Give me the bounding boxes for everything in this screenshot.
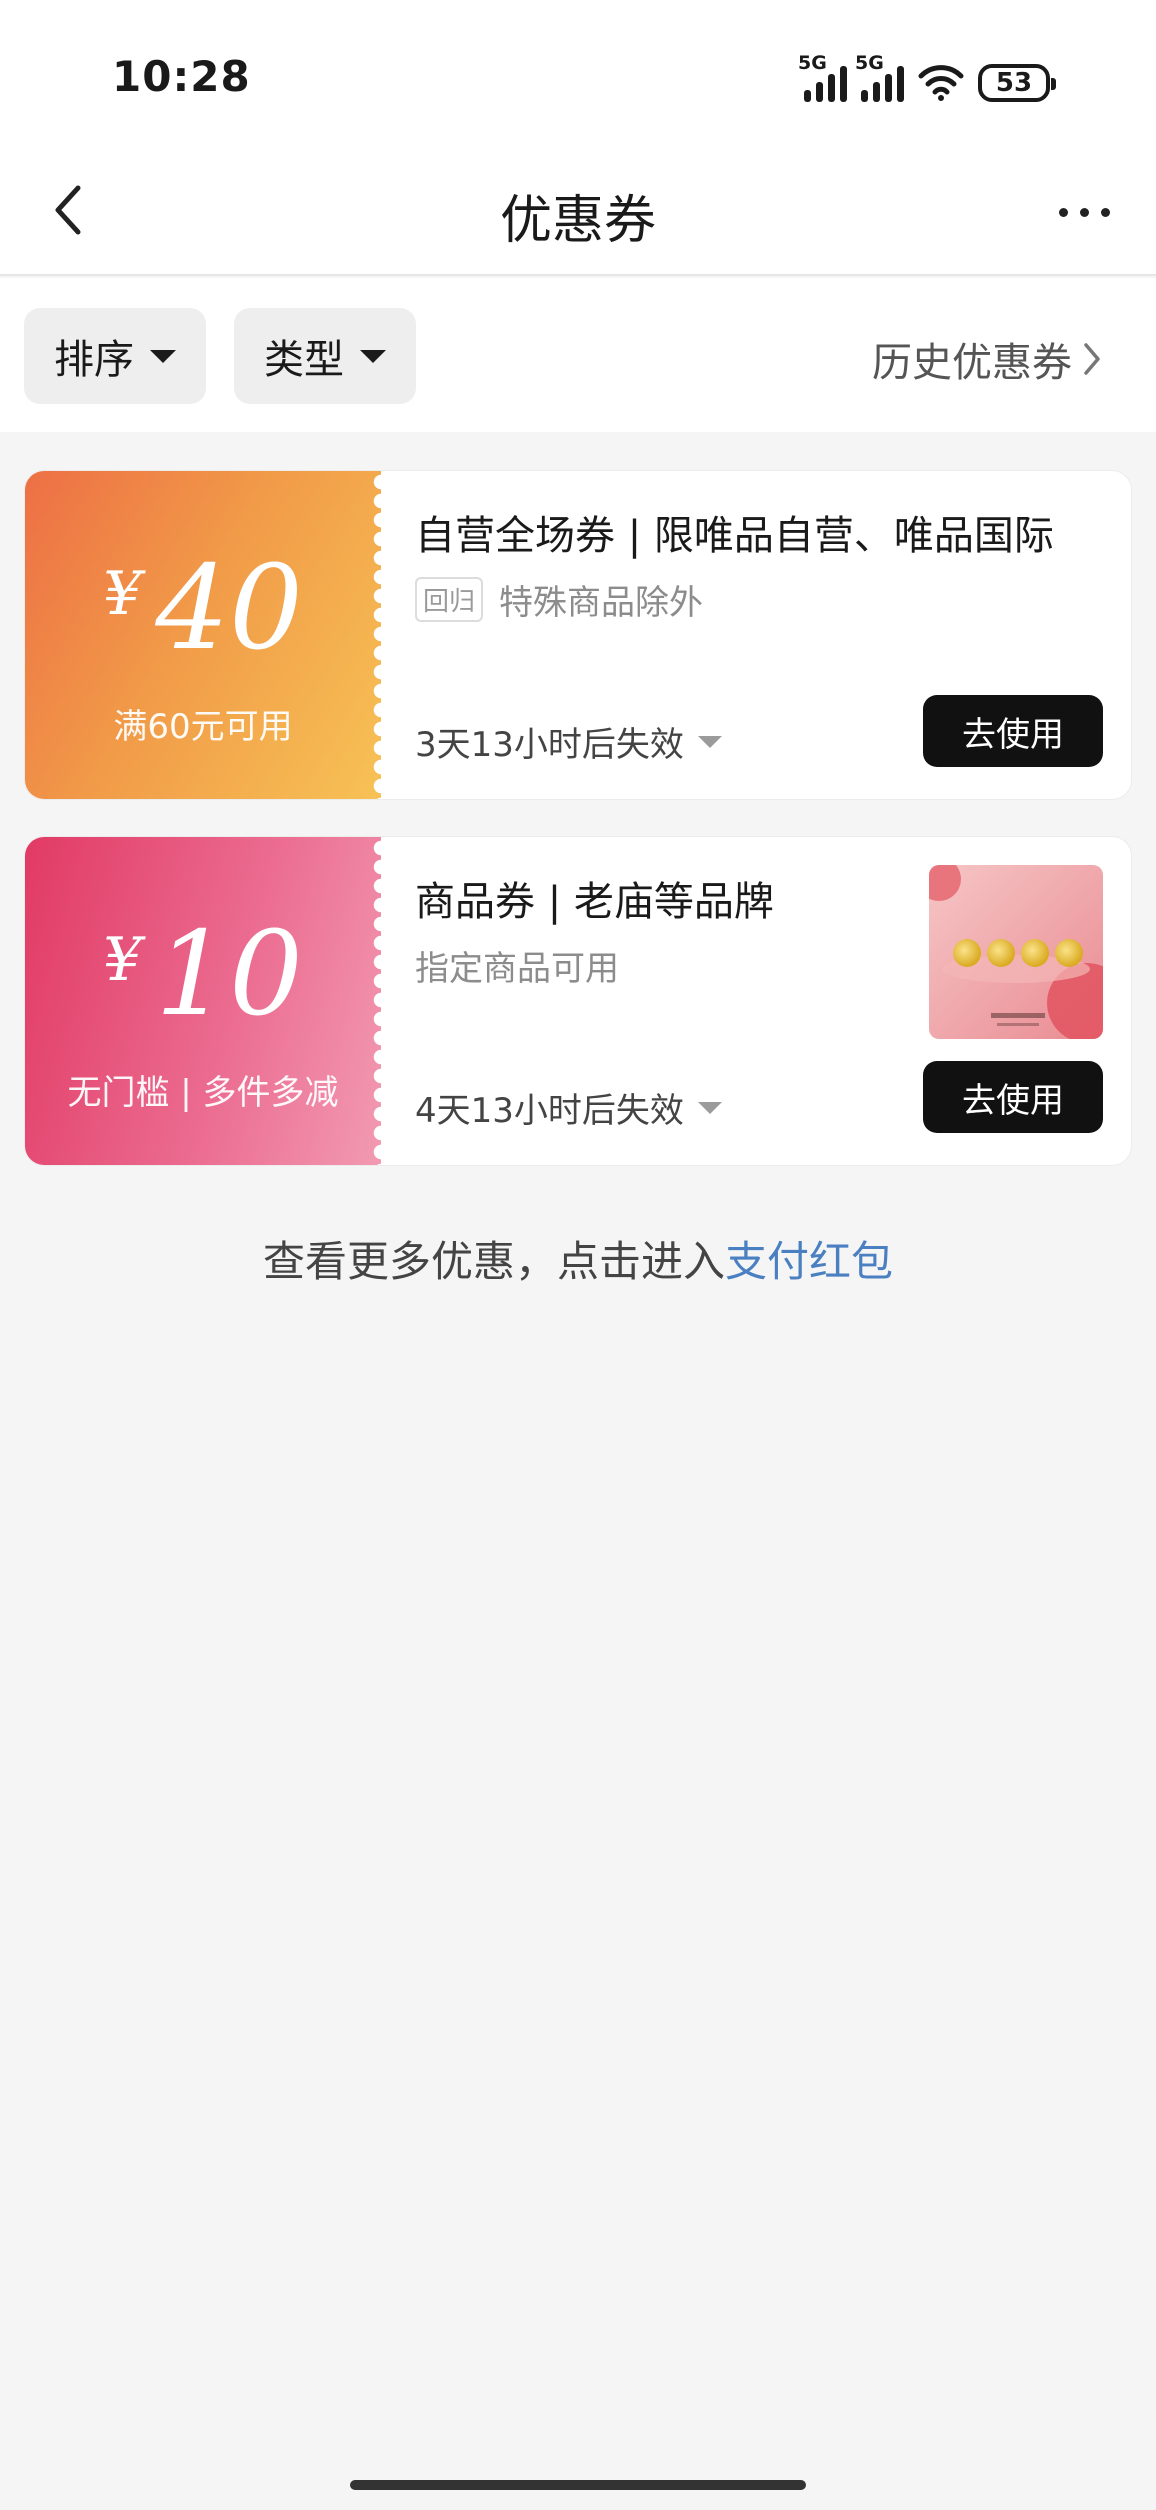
type-label: 类型: [264, 337, 344, 383]
status-bar: 10:28 5G 5G 53: [0, 0, 1156, 150]
coupon-title: 自营全场券 | 限唯品自营、唯品国际: [415, 513, 1054, 559]
history-coupons-link[interactable]: 历史优惠券: [872, 330, 1104, 388]
coupon-note-text: 特殊商品除外: [499, 583, 704, 623]
caret-down-icon: [360, 349, 386, 363]
coupon-amount: ¥ 10: [25, 917, 381, 1033]
coupon-title: 商品券 | 老庙等品牌: [415, 879, 774, 925]
perforated-edge: [372, 471, 390, 799]
use-coupon-button[interactable]: 去使用: [923, 695, 1103, 767]
status-icons: 5G 5G 53: [798, 52, 1056, 102]
battery-level: 53: [995, 68, 1033, 98]
amount-value: 10: [155, 907, 303, 1042]
network-type-label: 5G: [798, 52, 827, 74]
amount-value: 40: [155, 541, 303, 676]
battery-icon: 53: [978, 64, 1056, 102]
coupon-value-panel: ¥ 40 满60元可用: [25, 471, 390, 799]
return-tag: 回归: [415, 577, 484, 622]
coupon-card: ¥ 10 无门槛 | 多件多减 商品券 | 老庙等品牌 指定商品可用 4天13小…: [24, 836, 1132, 1166]
coupon-value-panel: ¥ 10 无门槛 | 多件多减: [25, 837, 390, 1165]
wifi-icon: [918, 65, 964, 101]
coupon-note-text: 指定商品可用: [415, 949, 619, 989]
coupon-amount: ¥ 40: [25, 551, 381, 667]
network-type-label: 5G: [855, 52, 884, 74]
page-title: 优惠券: [499, 191, 656, 251]
coupon-expiry[interactable]: 4天13小时后失效: [415, 1083, 722, 1132]
coupon-condition: 无门槛 | 多件多减: [67, 1073, 339, 1113]
filter-bar: 排序 类型 历史优惠券: [0, 278, 1156, 432]
coupon-note: 指定商品可用: [415, 941, 619, 990]
coupon-page: 10:28 5G 5G 53 优惠券 排序 类型 历史优惠券 ¥ 40 满60元…: [0, 0, 1156, 2510]
currency-symbol: ¥: [103, 925, 142, 995]
type-dropdown[interactable]: 类型: [234, 308, 416, 404]
sort-dropdown[interactable]: 排序: [24, 308, 206, 404]
coupon-card: ¥ 40 满60元可用 自营全场券 | 限唯品自营、唯品国际 回归 特殊商品除外…: [24, 470, 1132, 800]
caret-down-icon: [697, 735, 722, 748]
status-time: 10:28: [112, 52, 251, 101]
sort-label: 排序: [54, 337, 134, 383]
coupon-note: 回归 特殊商品除外: [415, 575, 703, 624]
more-offers-line: 查看更多优惠，点击进入支付红包: [0, 1228, 1156, 1289]
coupon-expiry[interactable]: 3天13小时后失效: [415, 717, 722, 766]
perforated-edge: [372, 837, 390, 1165]
product-thumbnail[interactable]: [929, 865, 1103, 1039]
cellular-signal-icon: 5G: [798, 52, 847, 102]
payment-red-packet-link[interactable]: 支付红包: [725, 1237, 893, 1286]
nav-bar: 优惠券: [0, 150, 1156, 276]
chevron-right-icon: [1084, 343, 1100, 375]
currency-symbol: ¥: [103, 559, 142, 629]
more-offers-text: 查看更多优惠，点击进入: [262, 1237, 725, 1286]
more-dots-icon[interactable]: [1059, 208, 1110, 217]
history-label: 历史优惠券: [872, 340, 1072, 386]
expiry-text: 3天13小时后失效: [415, 725, 684, 765]
coupon-condition: 满60元可用: [113, 707, 293, 747]
use-coupon-button[interactable]: 去使用: [923, 1061, 1103, 1133]
cellular-signal-icon: 5G: [855, 52, 904, 102]
caret-down-icon: [150, 349, 176, 363]
expiry-text: 4天13小时后失效: [415, 1091, 684, 1131]
home-indicator[interactable]: [350, 2480, 806, 2490]
caret-down-icon: [697, 1101, 722, 1114]
